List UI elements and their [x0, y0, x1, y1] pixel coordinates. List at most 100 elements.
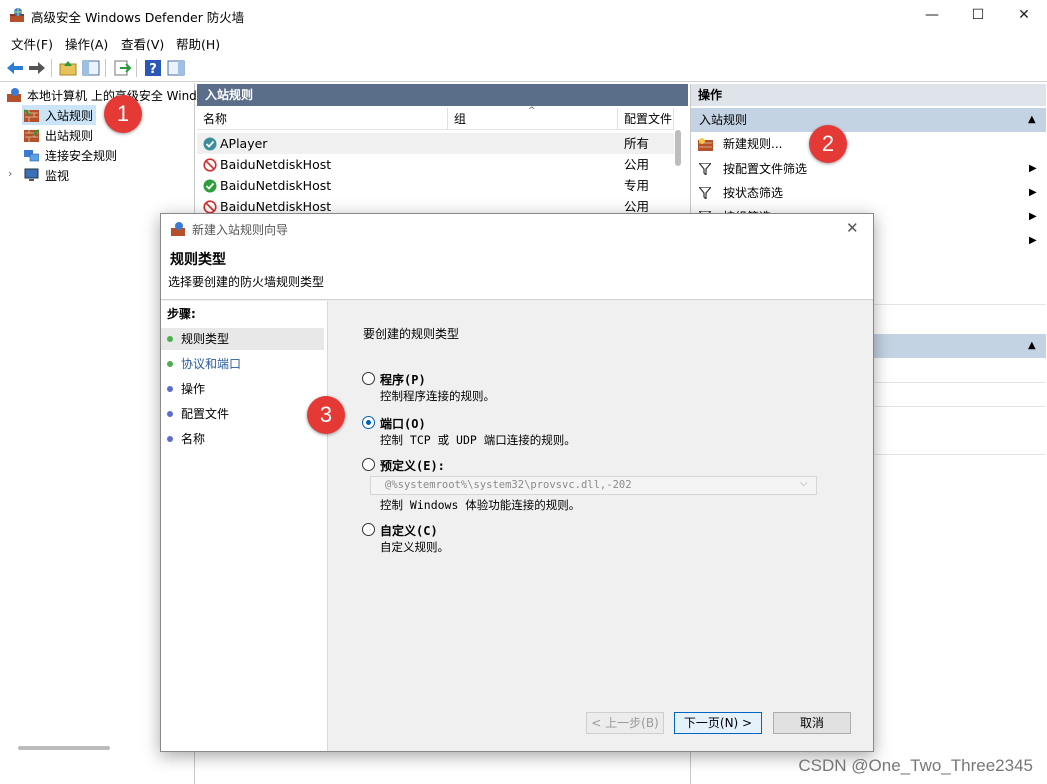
- annotation-badge-1: 1: [104, 95, 142, 133]
- action-filter-by-state[interactable]: 按状态筛选 ▶: [691, 181, 1046, 205]
- menu-view[interactable]: 查看(V): [121, 34, 164, 53]
- table-row[interactable]: BaiduNetdiskHost 专用: [197, 175, 674, 196]
- allow-icon: [203, 137, 217, 151]
- step-label: 操作: [181, 382, 206, 396]
- block-icon: [203, 158, 217, 172]
- tree-item-label: 出站规则: [45, 129, 94, 143]
- horizontal-scrollbar[interactable]: [18, 746, 110, 750]
- maximize-button[interactable]: ☐: [955, 0, 1001, 30]
- step-label: 规则类型: [181, 332, 230, 346]
- connection-security-icon: [24, 150, 39, 162]
- tree-item-outbound-rules[interactable]: 出站规则: [22, 125, 182, 145]
- option-port-title[interactable]: 端口(O): [380, 415, 426, 432]
- filter-icon: [699, 187, 711, 199]
- action-new-rule[interactable]: 新建规则...: [691, 132, 1046, 156]
- rules-list-pane: 入站规则 名称 组 ^ 配置文件 APlayer 所有 BaiduNetdisk…: [197, 84, 688, 214]
- sort-caret-icon: ^: [528, 106, 536, 116]
- rules-pane-header: 入站规则: [197, 84, 688, 106]
- window-title: 高级安全 Windows Defender 防火墙: [31, 10, 245, 25]
- dialog-header: 规则类型 选择要创建的防火墙规则类型: [161, 244, 873, 300]
- rule-name: APlayer: [220, 136, 268, 151]
- up-folder-icon[interactable]: [58, 58, 78, 78]
- radio-custom[interactable]: [362, 523, 375, 536]
- back-arrow-icon[interactable]: [5, 58, 25, 78]
- steps-label: 步骤:: [167, 307, 196, 321]
- cancel-button[interactable]: 取消: [773, 712, 851, 734]
- tree-item-label: 连接安全规则: [45, 149, 118, 163]
- submenu-arrow-icon: ▶: [1029, 211, 1037, 222]
- option-program-desc: 控制程序连接的规则。: [380, 389, 495, 403]
- step-done-dot-icon: [167, 361, 173, 367]
- table-row[interactable]: BaiduNetdiskHost 公用: [197, 154, 674, 175]
- rule-name: BaiduNetdiskHost: [220, 157, 332, 172]
- step-protocol-ports: 协议和端口: [161, 353, 324, 375]
- collapse-caret-icon[interactable]: ▲: [1028, 334, 1036, 358]
- wizard-content: 要创建的规则类型 程序(P) 控制程序连接的规则。 端口(O) 控制 TCP 或…: [329, 301, 873, 751]
- submenu-arrow-icon: ▶: [1029, 235, 1037, 246]
- close-button[interactable]: ✕: [1001, 0, 1047, 30]
- menu-action[interactable]: 操作(A): [65, 34, 108, 53]
- annotation-badge-2: 2: [809, 125, 847, 163]
- option-program-title[interactable]: 程序(P): [380, 371, 426, 388]
- new-inbound-rule-wizard: 新建入站规则向导 ✕ 规则类型 选择要创建的防火墙规则类型 步骤: 规则类型 协…: [160, 213, 874, 752]
- menu-help[interactable]: 帮助(H): [176, 34, 220, 53]
- step-label: 协议和端口: [181, 357, 242, 371]
- menu-file[interactable]: 文件(F): [11, 34, 53, 53]
- actions-title: 操作: [691, 84, 1046, 106]
- wizard-steps: 步骤: 规则类型 协议和端口 操作 配置文件 名称: [161, 301, 328, 751]
- inbound-rules-icon: [24, 109, 39, 122]
- radio-program[interactable]: [362, 372, 375, 385]
- rule-type-prompt: 要创建的规则类型: [363, 327, 460, 341]
- toolbar: ?: [0, 54, 1047, 82]
- annotation-badge-3: 3: [307, 396, 345, 434]
- radio-predefined[interactable]: [362, 458, 375, 471]
- table-row[interactable]: APlayer 所有: [197, 133, 674, 154]
- help-icon[interactable]: ?: [143, 58, 163, 78]
- forward-arrow-icon[interactable]: [27, 58, 47, 78]
- predefined-select[interactable]: @%systemroot%\system32\provsvc.dll,-202 …: [370, 476, 817, 495]
- dialog-close-icon[interactable]: ✕: [846, 219, 859, 237]
- title-bar: 高级安全 Windows Defender 防火墙 — ☐ ✕: [0, 0, 1047, 30]
- expand-chevron-icon[interactable]: ›: [8, 167, 12, 180]
- action-label: 新建规则...: [723, 137, 783, 151]
- submenu-arrow-icon: ▶: [1029, 163, 1037, 174]
- tree-item-inbound-rules[interactable]: 入站规则: [22, 105, 96, 125]
- tree-item-label: 入站规则: [45, 109, 94, 123]
- column-header-profile[interactable]: 配置文件: [618, 108, 674, 130]
- option-custom-title[interactable]: 自定义(C): [380, 522, 438, 539]
- predefined-select-value: @%systemroot%\system32\provsvc.dll,-202: [385, 479, 632, 491]
- allow-icon: [203, 179, 217, 193]
- dialog-subheading: 选择要创建的防火墙规则类型: [168, 275, 325, 289]
- firewall-icon: [7, 88, 21, 102]
- actions-section-label: 入站规则: [699, 113, 748, 127]
- action-filter-by-profile[interactable]: 按配置文件筛选 ▶: [691, 157, 1046, 181]
- vertical-scrollbar[interactable]: [675, 130, 681, 166]
- rule-profile: 所有: [624, 136, 650, 151]
- option-predefined-title[interactable]: 预定义(E):: [380, 457, 445, 474]
- chevron-down-icon: ⌵: [800, 478, 808, 489]
- firewall-app-icon: [10, 8, 24, 22]
- tree-root[interactable]: 本地计算机 上的高级安全 Wind: [0, 85, 197, 105]
- tree-item-connection-security[interactable]: 连接安全规则: [22, 145, 182, 165]
- menu-bar: 文件(F) 操作(A) 查看(V) 帮助(H): [0, 30, 1047, 54]
- filter-icon: [699, 163, 711, 175]
- monitor-icon: [24, 168, 39, 181]
- next-button[interactable]: 下一页(N) >: [674, 712, 762, 734]
- rule-profile: 公用: [624, 157, 650, 172]
- show-action-pane-icon[interactable]: [166, 58, 186, 78]
- minimize-button[interactable]: —: [909, 0, 955, 30]
- column-header-name[interactable]: 名称: [197, 108, 448, 130]
- show-tree-icon[interactable]: [81, 58, 101, 78]
- tree-item-label: 监视: [45, 169, 70, 183]
- tree-item-monitoring[interactable]: › 监视: [4, 165, 164, 185]
- step-label: 名称: [181, 432, 206, 446]
- option-custom-desc: 自定义规则。: [380, 540, 449, 554]
- firewall-app-icon: [171, 222, 185, 236]
- export-list-icon[interactable]: [112, 58, 132, 78]
- step-pending-dot-icon: [167, 386, 173, 392]
- actions-section-inbound[interactable]: 入站规则 ▲: [691, 108, 1046, 132]
- collapse-caret-icon[interactable]: ▲: [1028, 108, 1036, 132]
- step-done-dot-icon: [167, 336, 173, 342]
- back-button[interactable]: < 上一步(B): [586, 712, 664, 734]
- radio-port[interactable]: [362, 416, 375, 429]
